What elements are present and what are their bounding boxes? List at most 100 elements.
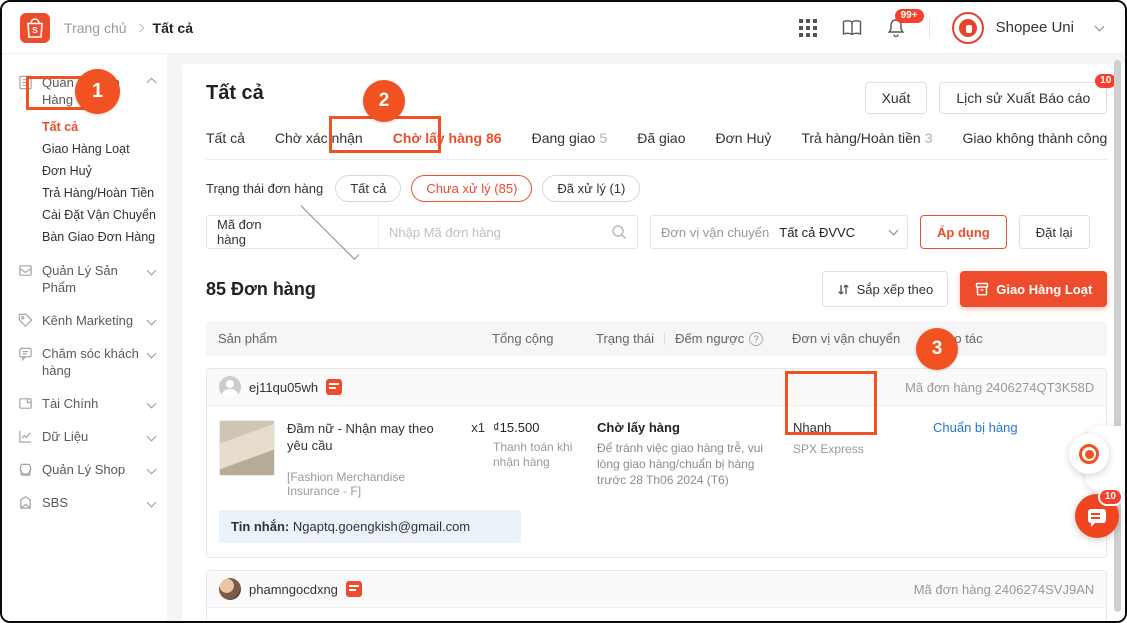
product-management-icon [18, 263, 33, 278]
notification-bell-icon[interactable]: 99+ [885, 17, 907, 39]
chevron-down-icon [147, 349, 157, 359]
record-dot-icon [1079, 444, 1099, 464]
chevron-down-icon [147, 266, 157, 276]
prepare-goods-link[interactable]: Chuẩn bị hàng [933, 420, 1094, 435]
order-id: Mã đơn hàng 2406274QT3K58D [905, 380, 1094, 395]
search-input[interactable] [379, 225, 611, 240]
shopee-seller-center-window: S Trang chủ Tất cả 99+ Shopee Uni [0, 0, 1127, 623]
carrier-cell: Nhanh SPX Express [793, 420, 933, 498]
chat-bubble-icon [1088, 509, 1106, 523]
status-pill-processed[interactable]: Đã xử lý (1) [542, 175, 640, 202]
status-cell: Chờ lấy hàng Để tránh việc giao hàng trễ… [597, 420, 793, 498]
sidebar-group-sbs[interactable]: SBS [2, 486, 167, 519]
buyer-message: Tin nhắn: Ngaptq.goengkish@gmail.com [219, 510, 521, 543]
chat-float-button[interactable]: 10 [1075, 494, 1119, 538]
sidebar-group-shop-management[interactable]: Quản Lý Shop [2, 453, 167, 486]
tab-to-confirm[interactable]: Chờ xác nhận [275, 130, 363, 146]
sidebar-item-bulk-shipping[interactable]: Giao Hàng Loạt [42, 138, 167, 160]
buyer-avatar [219, 578, 241, 600]
notification-count-badge: 99+ [895, 9, 924, 23]
status-pill-unprocessed[interactable]: Chưa xử lý (85) [411, 175, 532, 202]
reset-button[interactable]: Đặt lại [1019, 215, 1090, 249]
product-image[interactable] [219, 420, 275, 476]
tab-count: 5 [599, 130, 607, 146]
chevron-down-icon [147, 316, 157, 326]
vertical-scrollbar[interactable] [1114, 60, 1121, 612]
carrier-filter-value: Tất cả ĐVVC [779, 225, 890, 240]
tab-returns[interactable]: Trả hàng/Hoàn tiền3 [801, 130, 932, 146]
sidebar-item-returns[interactable]: Trả Hàng/Hoàn Tiền [42, 182, 167, 204]
shopee-logo-icon[interactable]: S [20, 13, 50, 43]
export-button[interactable]: Xuất [865, 82, 928, 114]
chat-icon[interactable] [346, 581, 362, 597]
sidebar-item-all-orders[interactable]: Tất cả [42, 116, 167, 138]
tab-shipping[interactable]: Đang giao5 [532, 130, 608, 146]
guide-book-icon[interactable] [841, 17, 863, 39]
chevron-up-icon [147, 78, 157, 88]
tab-label: Giao không thành công [963, 130, 1108, 146]
order-status-tabs: Tất cả Chờ xác nhận Chờ lấy hàng86 Đang … [206, 130, 1107, 160]
user-avatar[interactable] [952, 12, 984, 44]
sidebar-group-label: Kênh Marketing [42, 312, 139, 329]
tab-all[interactable]: Tất cả [206, 130, 245, 146]
sidebar-group-marketing[interactable]: Kênh Marketing [2, 304, 167, 337]
column-header-total: Tổng cộng [492, 331, 596, 346]
order-id: Mã đơn hàng 2406274SVJ9AN [914, 582, 1095, 597]
column-header-status: Trạng thái [596, 331, 654, 346]
product-name[interactable]: Đầm nữ - Nhận may theo yêu cầu [287, 420, 457, 454]
sidebar-group-data[interactable]: Dữ Liệu [2, 420, 167, 453]
status-pill-all[interactable]: Tất cả [335, 175, 401, 202]
annotation-circle-step1: 1 [75, 69, 120, 114]
order-card: phamngocdxng Mã đơn hàng 2406274SVJ9AN T… [206, 570, 1107, 623]
countdown-help-icon[interactable]: ? [749, 332, 763, 346]
user-menu-chevron-down-icon[interactable] [1095, 21, 1105, 31]
buyer-avatar [219, 376, 241, 398]
bulk-ship-icon [975, 282, 989, 296]
sidebar-nav: Quản Lý Đơn Hàng Tất cả Giao Hàng Loạt Đ… [2, 54, 167, 623]
tab-delivered[interactable]: Đã giao [637, 130, 685, 146]
sidebar-group-label: Dữ Liệu [42, 428, 139, 445]
tab-label: Tất cả [206, 130, 245, 146]
sidebar-item-shipping-settings[interactable]: Cài Đặt Vận Chuyển [42, 204, 167, 226]
breadcrumb-home[interactable]: Trang chủ [64, 20, 127, 36]
screen-record-button[interactable] [1069, 434, 1109, 474]
annotation-circle-step2: 2 [363, 80, 405, 122]
order-status: Chờ lấy hàng [597, 420, 793, 435]
tab-to-ship[interactable]: Chờ lấy hàng86 [393, 130, 502, 146]
search-field-value: Mã đơn hàng [217, 217, 292, 247]
tab-cancelled[interactable]: Đơn Huỷ [715, 130, 771, 146]
user-name[interactable]: Shopee Uni [996, 19, 1074, 36]
bulk-ship-button[interactable]: Giao Hàng Loạt [960, 271, 1107, 307]
order-search-combo: Mã đơn hàng [206, 215, 638, 249]
buyer-username[interactable]: ej11qu05wh [249, 380, 318, 395]
search-icon[interactable] [611, 224, 627, 240]
export-history-button[interactable]: Lịch sử Xuất Báo cáo 10 [939, 82, 1107, 114]
sidebar-item-handover[interactable]: Bàn Giao Đơn Hàng [42, 226, 167, 248]
orders-panel: Tất cả Xuất Lịch sử Xuất Báo cáo 10 Tất … [182, 64, 1127, 623]
apply-button[interactable]: Áp dụng [920, 215, 1007, 249]
order-status-note: Để tránh việc giao hàng trễ, vui lòng gi… [597, 440, 793, 488]
main-content: Tất cả Xuất Lịch sử Xuất Báo cáo 10 Tất … [167, 54, 1127, 623]
carrier-filter-select[interactable]: Đơn vị vận chuyển Tất cả ĐVVC [650, 215, 908, 249]
order-id-value: 2406274QT3K58D [986, 380, 1094, 395]
sort-button[interactable]: Sắp xếp theo [822, 271, 949, 307]
sidebar-group-finance[interactable]: Tài Chính [2, 387, 167, 420]
svg-text:S: S [32, 25, 38, 35]
tab-label: Đơn Huỷ [715, 130, 771, 146]
sidebar-item-cancelled[interactable]: Đơn Huỷ [42, 160, 167, 182]
chat-unread-badge: 10 [1098, 488, 1123, 506]
sidebar-group-product-management[interactable]: Quản Lý Sản Phẩm [2, 254, 167, 304]
column-header-product: Sản phẩm [218, 331, 456, 346]
quantity: x1 [457, 420, 493, 498]
chat-icon[interactable] [326, 379, 342, 395]
sidebar-group-label: Tài Chính [42, 395, 139, 412]
customer-care-icon [18, 346, 33, 361]
product-cell: Đầm nữ - Nhận may theo yêu cầu [Fashion … [219, 420, 457, 498]
buyer-username[interactable]: phamngocdxng [249, 582, 338, 597]
chevron-down-icon [147, 399, 157, 409]
sidebar-group-customer-care[interactable]: Chăm sóc khách hàng [2, 337, 167, 387]
apps-grid-icon[interactable] [797, 17, 819, 39]
search-field-select[interactable]: Mã đơn hàng [207, 216, 379, 248]
column-header-carrier: Đơn vị vận chuyển [792, 331, 932, 346]
tab-failed-delivery[interactable]: Giao không thành công [963, 130, 1108, 146]
